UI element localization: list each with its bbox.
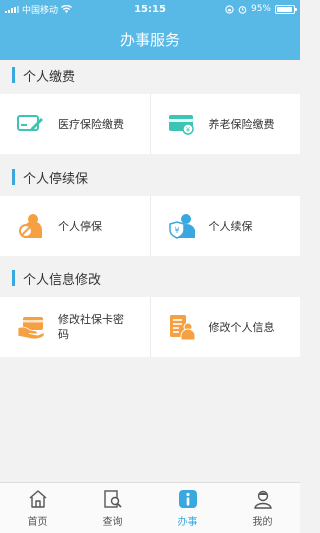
alarm-icon — [238, 5, 247, 14]
item-label: 医疗保险缴费 — [58, 117, 124, 131]
person-shield-icon: ¥ — [167, 211, 197, 241]
signal-icon — [5, 5, 19, 13]
card-coin-icon: ¥ — [167, 109, 197, 139]
tab-mine[interactable]: 我的 — [225, 483, 300, 533]
item-label: 个人停保 — [58, 219, 102, 233]
medical-insurance-payment-button[interactable]: 医疗保险缴费 — [0, 94, 150, 154]
item-label: 修改社保卡密码 — [58, 313, 124, 341]
change-card-password-button[interactable]: 修改社保卡密码 — [0, 297, 150, 357]
battery-percent: 95% — [250, 4, 271, 14]
header-bar: 办事服务 — [0, 18, 300, 60]
tab-label: 办事 — [177, 517, 198, 528]
section-title: 个人停续保 — [23, 171, 89, 187]
section-row-info-edit: 修改社保卡密码 修改个人信息 — [0, 297, 300, 357]
profile-doc-icon — [167, 312, 197, 342]
carrier-name: 中国移动 — [22, 5, 59, 16]
modify-personal-info-button[interactable]: 修改个人信息 — [149, 297, 301, 357]
home-icon — [27, 488, 49, 510]
section-header-info-edit: 个人信息修改 — [0, 263, 300, 293]
section-header-suspend-renew: 个人停续保 — [0, 162, 300, 192]
svg-text:¥: ¥ — [185, 126, 190, 134]
item-label: 养老保险缴费 — [208, 117, 275, 131]
svg-text:¥: ¥ — [174, 226, 179, 235]
tab-label: 我的 — [252, 517, 273, 528]
card-pen-icon — [16, 109, 46, 139]
bottom-tab-bar: 首页 查询 办事 我的 — [0, 482, 300, 533]
personal-renew-insurance-button[interactable]: ¥ 个人续保 — [149, 196, 301, 256]
tab-label: 首页 — [27, 517, 48, 528]
battery-icon — [275, 4, 297, 14]
info-icon — [177, 488, 199, 510]
search-doc-icon — [102, 488, 124, 510]
lock-rotation-icon — [225, 4, 234, 14]
item-label: 个人续保 — [208, 219, 253, 233]
section-row-payment: 医疗保险缴费 ¥ 养老保险缴费 — [0, 94, 300, 154]
user-icon — [252, 488, 274, 510]
section-accent-bar — [12, 270, 15, 286]
person-stop-icon — [16, 211, 46, 241]
section-accent-bar — [12, 169, 15, 185]
section-row-suspend-renew: 个人停保 ¥ 个人续保 — [0, 196, 300, 256]
wifi-icon — [61, 5, 73, 13]
tab-home[interactable]: 首页 — [0, 483, 75, 533]
section-accent-bar — [12, 67, 15, 83]
tab-query[interactable]: 查询 — [75, 483, 150, 533]
section-title: 个人缴费 — [23, 69, 76, 85]
tab-label: 查询 — [102, 517, 123, 528]
item-label: 修改个人信息 — [208, 320, 275, 334]
hand-card-icon — [16, 312, 46, 342]
pension-insurance-payment-button[interactable]: ¥ 养老保险缴费 — [149, 94, 301, 154]
status-bar: 中国移动 15:15 95% — [0, 0, 300, 18]
tab-services[interactable]: 办事 — [150, 483, 225, 533]
personal-suspend-insurance-button[interactable]: 个人停保 — [0, 196, 150, 256]
section-header-payment: 个人缴费 — [0, 60, 300, 90]
section-title: 个人信息修改 — [23, 272, 102, 288]
page-title: 办事服务 — [119, 30, 180, 49]
